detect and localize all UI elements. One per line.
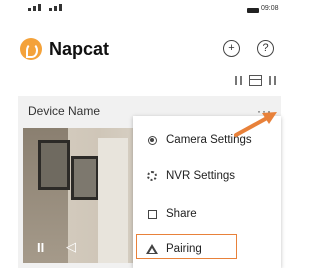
menu-item-nvr-settings[interactable]: NVR Settings bbox=[133, 163, 281, 189]
menu-item-label: Pairing bbox=[166, 243, 202, 255]
sort-icon[interactable] bbox=[232, 75, 245, 86]
gear-icon bbox=[147, 171, 157, 181]
menu-item-label: NVR Settings bbox=[166, 170, 236, 182]
pairing-icon bbox=[146, 244, 158, 254]
menu-item-share[interactable]: Share bbox=[133, 201, 281, 227]
help-button[interactable]: ? bbox=[257, 40, 274, 57]
preview-door bbox=[98, 138, 128, 263]
battery-icon bbox=[247, 8, 259, 13]
filter-icon[interactable] bbox=[266, 75, 279, 86]
device-options-menu: Camera Settings NVR Settings Share Pairi… bbox=[133, 116, 281, 268]
question-icon: ? bbox=[262, 42, 269, 54]
add-device-button[interactable]: + bbox=[223, 40, 240, 57]
picture-frame bbox=[38, 140, 70, 190]
picture-frame bbox=[71, 156, 99, 200]
status-bar: 09:08 bbox=[0, 0, 281, 22]
signal-icon bbox=[28, 4, 62, 11]
device-name: Device Name bbox=[28, 104, 101, 118]
app-title: Napcat bbox=[49, 39, 110, 59]
grid-view-icon[interactable] bbox=[249, 75, 262, 86]
pause-button[interactable]: II bbox=[37, 240, 44, 255]
share-icon bbox=[147, 209, 157, 219]
menu-item-label: Share bbox=[166, 208, 197, 220]
plus-icon: + bbox=[228, 42, 235, 54]
camera-icon bbox=[147, 135, 157, 145]
app-logo-icon bbox=[20, 38, 42, 60]
volume-icon[interactable]: ◁ bbox=[66, 239, 76, 255]
callout-arrow-icon bbox=[234, 112, 277, 137]
status-time: 09:08 bbox=[261, 5, 279, 12]
menu-item-pairing[interactable]: Pairing bbox=[133, 236, 281, 262]
